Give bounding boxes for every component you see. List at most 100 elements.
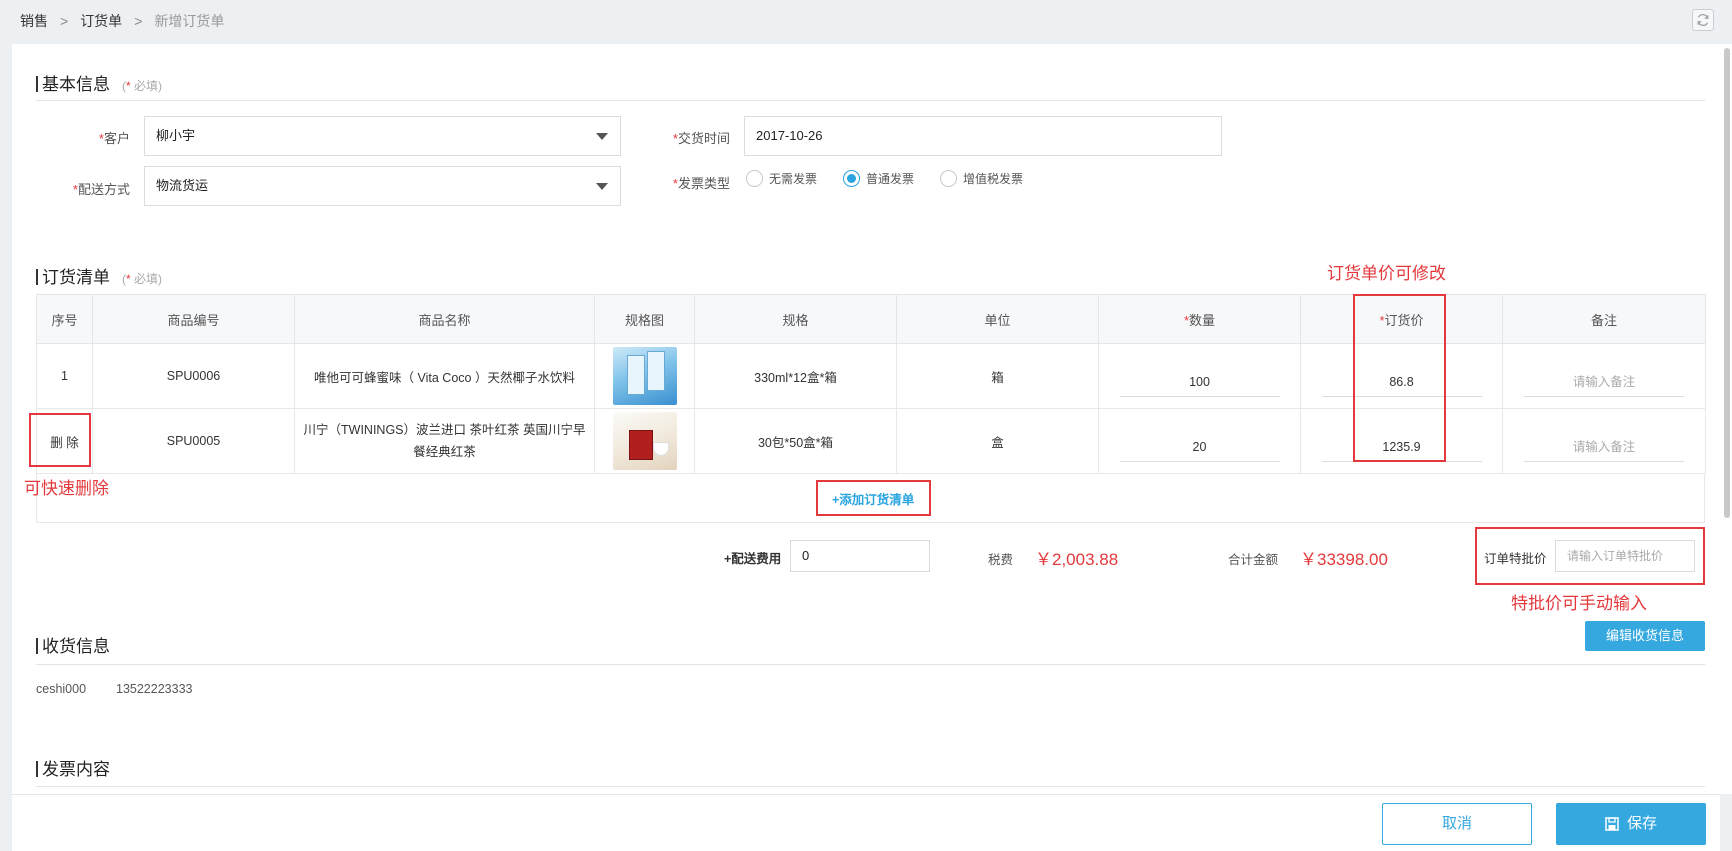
row-remark-cell: 请输入备注: [1502, 343, 1706, 409]
receiver-phone: 13522223333: [116, 682, 193, 696]
row-name: 唯他可可蜂蜜味（ Vita Coco ）天然椰子水饮料: [294, 343, 595, 409]
required-note-text: 必填: [134, 272, 159, 286]
divider: [36, 664, 1705, 665]
row-unit: 盒: [896, 408, 1099, 474]
row-unit: 箱: [896, 343, 1099, 409]
invoice-type-label: *发票类型: [672, 176, 730, 191]
row-index: 1: [36, 343, 93, 409]
edit-receiving-button[interactable]: 编辑收货信息: [1585, 621, 1705, 651]
refresh-button[interactable]: [1692, 9, 1714, 31]
save-icon: [1605, 817, 1619, 831]
invoice-option-normal-label: 普通发票: [866, 172, 915, 186]
shipping-input-value: 0: [802, 548, 810, 563]
order-list-title: 订货清单 (* 必填): [36, 263, 162, 288]
row-code: SPU0005: [92, 408, 295, 474]
product-image-tea[interactable]: [612, 412, 677, 470]
table-row: 1 SPU0006 唯他可可蜂蜜味（ Vita Coco ）天然椰子水饮料 33…: [36, 343, 1706, 409]
breadcrumb-orders[interactable]: 订货单: [80, 11, 122, 31]
special-price-placeholder: 请输入订单特批价: [1567, 549, 1664, 563]
col-header-name: 商品名称: [294, 294, 595, 344]
required-note: (* 必填): [122, 79, 163, 93]
col-header-qty: *数量: [1098, 294, 1301, 344]
divider: [36, 100, 1705, 101]
refresh-icon: [1697, 13, 1709, 27]
invoice-option-none-label: 无需发票: [769, 172, 818, 186]
tax-label: 税费: [988, 553, 1014, 567]
invoice-option-vat[interactable]: 增值税发票: [940, 170, 1023, 187]
breadcrumb-sales[interactable]: 销售: [20, 11, 48, 31]
invoice-type-radio-group: 无需发票 普通发票 增值税发票: [746, 170, 1049, 187]
customer-select-value: 柳小宇: [156, 128, 196, 143]
col-header-code: 商品编号: [92, 294, 295, 344]
receiving-info-title: 收货信息: [36, 632, 110, 657]
delivery-time-value: 2017-10-26: [756, 128, 823, 143]
basic-info-title-text: 基本信息: [42, 75, 110, 94]
delivery-time-label: *交货时间: [672, 131, 730, 146]
invoice-option-vat-label: 增值税发票: [963, 172, 1024, 186]
breadcrumb-current: 新增订货单: [154, 13, 225, 29]
qty-input[interactable]: 100: [1119, 367, 1280, 397]
scrollbar-thumb[interactable]: [1724, 48, 1730, 518]
col-header-remark: 备注: [1502, 294, 1706, 344]
special-price-label: 订单特批价: [1484, 552, 1547, 566]
invoice-option-normal[interactable]: 普通发票: [843, 170, 914, 187]
col-header-unit: 单位: [896, 294, 1099, 344]
invoice-option-none[interactable]: 无需发票: [746, 170, 817, 187]
invoice-content-title: 发票内容: [36, 755, 110, 780]
delivery-method-label: *配送方式: [72, 182, 130, 197]
remark-input[interactable]: 请输入备注: [1524, 367, 1684, 397]
annotation-box-price: [1353, 294, 1446, 462]
delivery-time-input[interactable]: 2017-10-26: [744, 116, 1222, 156]
remark-input[interactable]: 请输入备注: [1524, 432, 1684, 462]
save-button[interactable]: 保存: [1556, 803, 1706, 845]
col-header-index: 序号: [36, 294, 93, 344]
annotation-box-delete: [29, 413, 91, 467]
radio-icon: [746, 170, 763, 187]
special-price-input[interactable]: 请输入订单特批价: [1555, 540, 1695, 572]
customer-label: *客户: [98, 131, 130, 146]
row-spec-image-cell: [594, 408, 695, 474]
row-qty-cell: 20: [1098, 408, 1301, 474]
total-label: 合计金额: [1228, 553, 1279, 567]
qty-input[interactable]: 20: [1119, 432, 1280, 462]
required-note-text: 必填: [134, 79, 159, 93]
row-code: SPU0006: [92, 343, 295, 409]
chevron-right-icon: >: [134, 13, 143, 29]
radio-checked-icon: [843, 170, 861, 187]
chevron-right-icon: >: [60, 13, 69, 29]
order-list-title-text: 订货清单: [42, 268, 110, 287]
cancel-button[interactable]: 取消: [1382, 803, 1532, 845]
divider: [36, 786, 1705, 787]
basic-info-title: 基本信息 (* 必填): [36, 70, 162, 95]
delivery-method-select-value: 物流货运: [156, 178, 209, 193]
shipping-label: +配送费用: [724, 552, 782, 566]
col-header-spec-image: 规格图: [594, 294, 695, 344]
caret-down-icon: [596, 133, 608, 140]
row-spec: 330ml*12盒*箱: [694, 343, 897, 409]
table-row: 删 除 SPU0005 川宁（TWININGS）波兰进口 茶叶红茶 英国川宁早餐…: [36, 408, 1706, 474]
annotation-price-editable: 订货单价可修改: [1327, 264, 1446, 283]
annotation-box-add: [816, 480, 931, 516]
save-button-label: 保存: [1626, 815, 1657, 832]
tax-value: ￥2,003.88: [1035, 550, 1119, 569]
shipping-input[interactable]: 0: [790, 540, 930, 572]
annotation-quick-delete: 可快速删除: [24, 479, 109, 498]
row-spec-image-cell: [594, 343, 695, 409]
radio-icon: [940, 170, 958, 187]
delivery-method-select[interactable]: 物流货运: [144, 166, 621, 206]
customer-select[interactable]: 柳小宇: [144, 116, 621, 156]
receiving-info-title-text: 收货信息: [42, 637, 110, 656]
total-value: ￥33398.00: [1300, 550, 1388, 569]
order-table: 序号 商品编号 商品名称 规格图 规格 单位 *数量 *订货价 备注 1 SPU…: [36, 294, 1706, 474]
row-spec: 30包*50盒*箱: [694, 408, 897, 474]
table-header-row: 序号 商品编号 商品名称 规格图 规格 单位 *数量 *订货价 备注: [36, 294, 1706, 344]
product-image-coconut-water[interactable]: [612, 347, 677, 405]
top-bar: 销售 > 订货单 > 新增订货单: [0, 0, 1732, 44]
breadcrumb: 销售 > 订货单 > 新增订货单: [20, 11, 224, 31]
row-name: 川宁（TWININGS）波兰进口 茶叶红茶 英国川宁早餐经典红茶: [294, 408, 595, 474]
annotation-special-manual: 特批价可手动输入: [1511, 594, 1647, 613]
row-remark-cell: 请输入备注: [1502, 408, 1706, 474]
row-qty-cell: 100: [1098, 343, 1301, 409]
col-header-spec: 规格: [694, 294, 897, 344]
invoice-content-title-text: 发票内容: [42, 760, 110, 779]
